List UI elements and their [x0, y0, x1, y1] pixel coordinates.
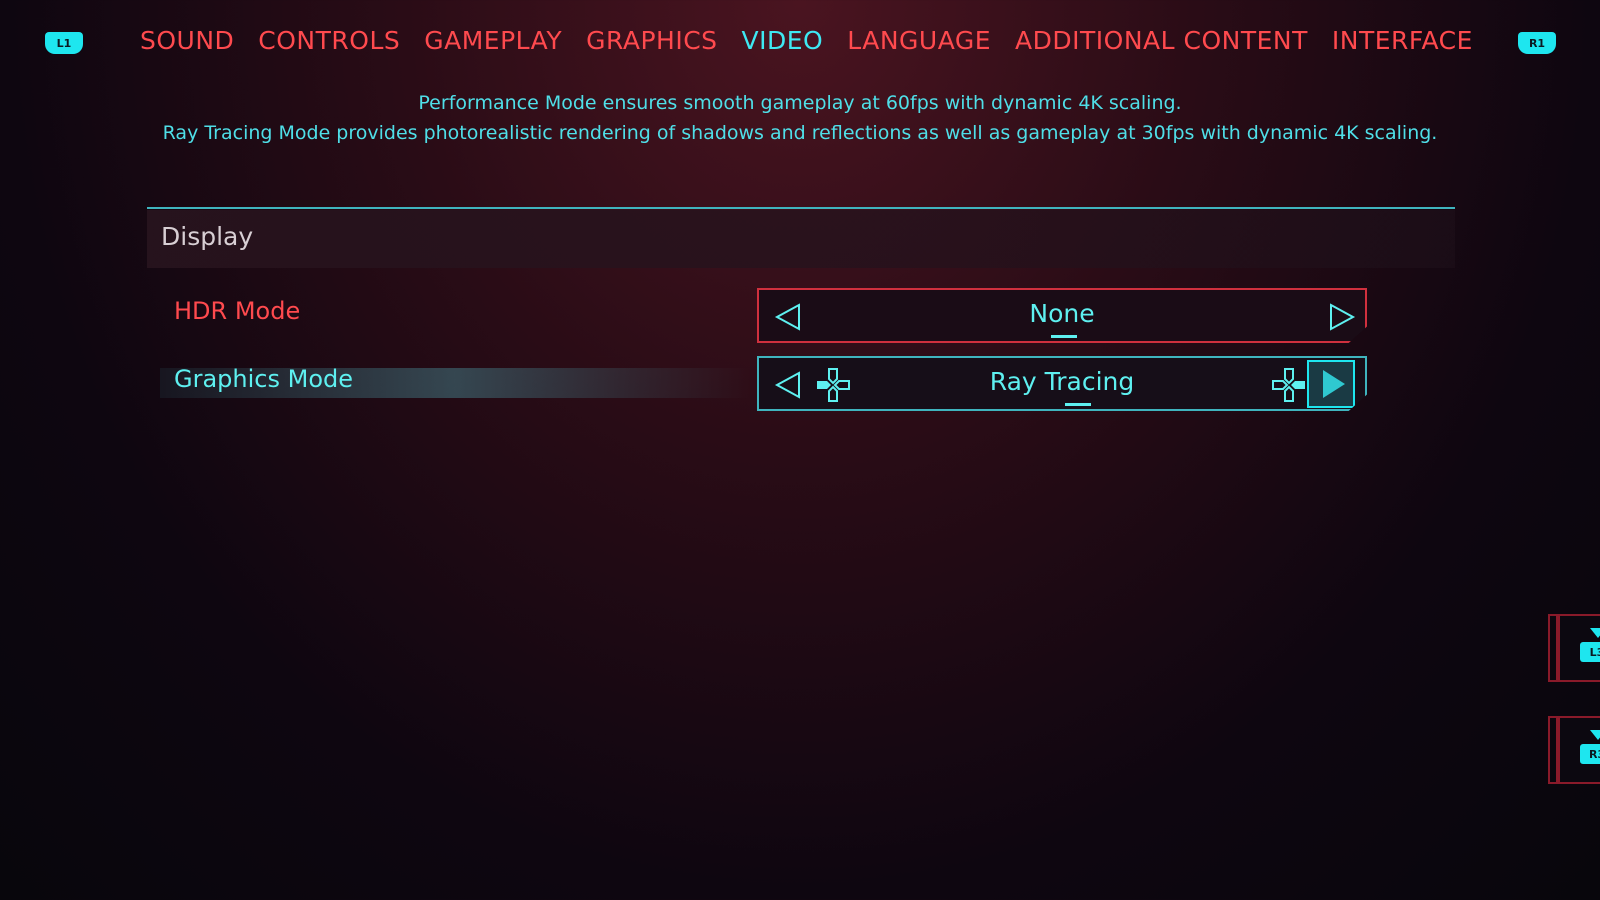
tab-interface[interactable]: INTERFACE — [1332, 26, 1473, 55]
description-line-2: Ray Tracing Mode provides photorealistic… — [162, 122, 1438, 144]
triangle-down-icon — [1590, 730, 1600, 740]
value-indicator — [1051, 335, 1077, 338]
hdr-mode-value: None — [1029, 299, 1095, 328]
mode-description: Performance Mode ensures smooth gameplay… — [0, 88, 1600, 148]
tab-additional-content[interactable]: ADDITIONAL CONTENT — [1015, 26, 1308, 55]
graphics-mode-label: Graphics Mode — [174, 365, 354, 393]
dpad-right-icon — [1272, 368, 1305, 402]
arrow-right-icon[interactable] — [1307, 360, 1355, 408]
tab-gameplay[interactable]: GAMEPLAY — [424, 26, 562, 55]
side-panel-edge — [1548, 716, 1558, 784]
r1-button[interactable]: R1 — [1518, 32, 1556, 54]
r3-button: R3 — [1580, 744, 1600, 764]
triangle-down-icon — [1590, 628, 1600, 638]
tab-graphics[interactable]: GRAPHICS — [586, 26, 717, 55]
settings-tabs: SOUND CONTROLS GAMEPLAY GRAPHICS VIDEO L… — [140, 26, 1473, 55]
r3-prompt[interactable]: R3 — [1558, 716, 1600, 784]
value-indicator — [1065, 403, 1091, 406]
l1-button[interactable]: L1 — [45, 32, 83, 54]
graphics-mode-selector[interactable]: Ray Tracing — [757, 356, 1367, 411]
tab-language[interactable]: LANGUAGE — [847, 26, 991, 55]
side-panel-edge — [1548, 614, 1558, 682]
tab-controls[interactable]: CONTROLS — [258, 26, 400, 55]
hdr-mode-label: HDR Mode — [174, 297, 301, 325]
section-header: Display — [147, 210, 1455, 268]
l3-button: L3 — [1580, 642, 1600, 662]
tab-sound[interactable]: SOUND — [140, 26, 234, 55]
hdr-mode-selector[interactable]: None — [757, 288, 1367, 343]
description-line-1: Performance Mode ensures smooth gameplay… — [418, 92, 1182, 114]
l3-prompt[interactable]: L3 — [1558, 614, 1600, 682]
divider — [147, 207, 1455, 209]
arrow-right-icon[interactable] — [1327, 302, 1357, 332]
section-title: Display — [161, 222, 254, 251]
tab-video[interactable]: VIDEO — [742, 26, 824, 55]
